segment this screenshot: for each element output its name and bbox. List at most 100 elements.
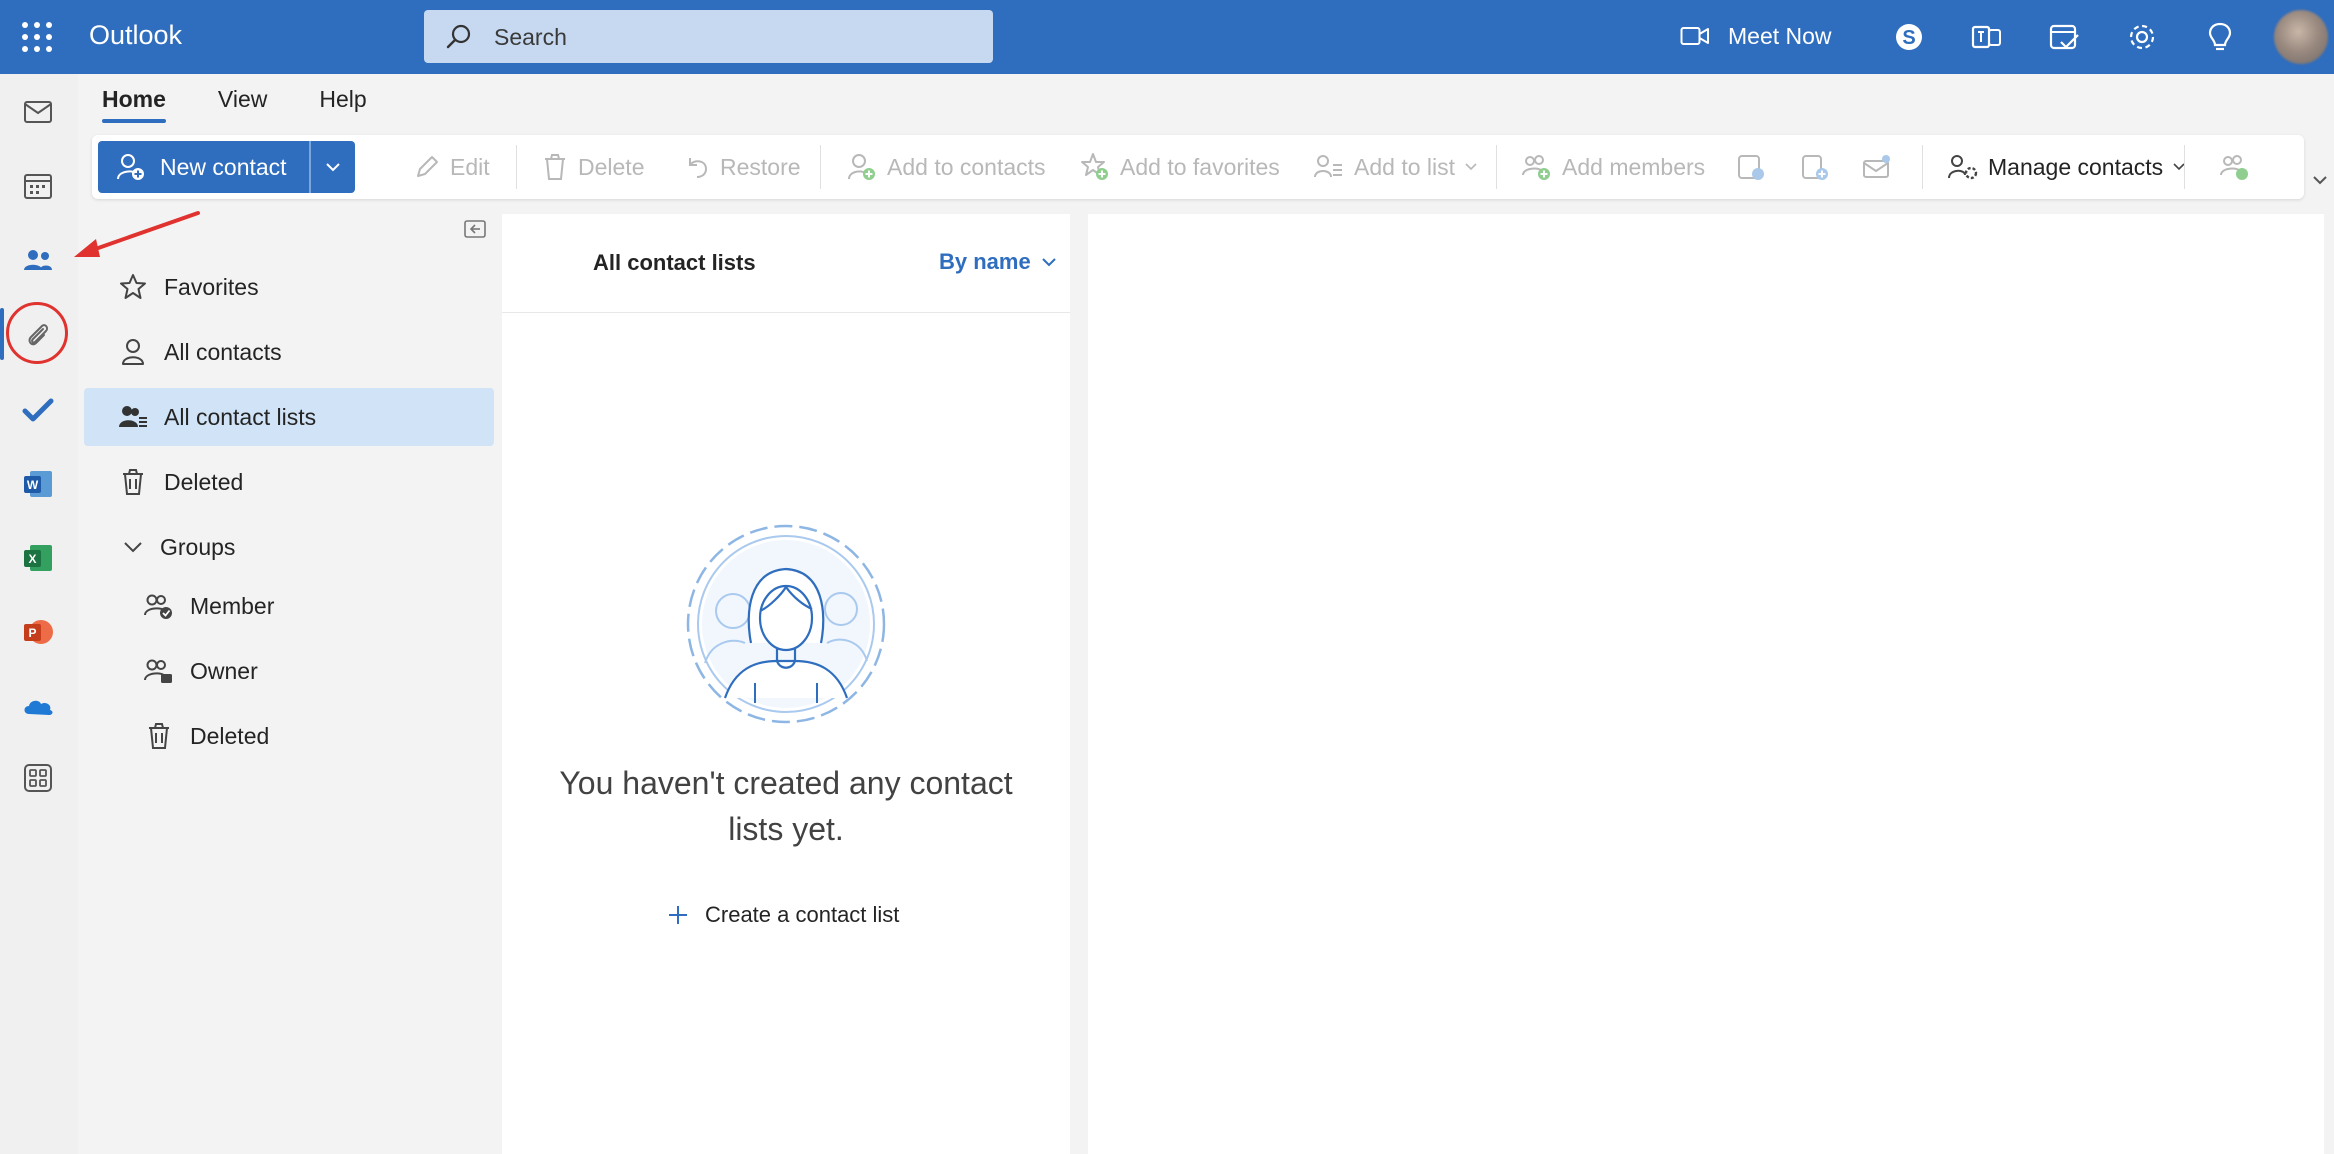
- app-title[interactable]: Outlook: [89, 20, 182, 51]
- mail-icon: [1862, 153, 1892, 181]
- video-camera-icon: [1680, 25, 1710, 47]
- top-bar: Outlook Search Meet Now S: [0, 0, 2334, 74]
- todo-icon[interactable]: [16, 388, 60, 432]
- people-list-icon: [118, 403, 148, 431]
- group-member-label: Member: [190, 592, 275, 619]
- meet-now-button[interactable]: Meet Now: [1680, 16, 1832, 56]
- folder-all-contact-lists-label: All contact lists: [164, 403, 317, 430]
- contact-sync-button[interactable]: [2220, 149, 2250, 185]
- meet-now-label: Meet Now: [1728, 22, 1832, 49]
- svg-text:W: W: [27, 478, 39, 492]
- word-icon[interactable]: W: [16, 462, 60, 506]
- group-deleted[interactable]: Deleted: [84, 707, 494, 765]
- undo-icon: [684, 154, 710, 180]
- list-title: All contact lists: [593, 250, 756, 275]
- search-placeholder: Search: [494, 24, 567, 50]
- new-contact-card-button[interactable]: [1800, 149, 1830, 185]
- ribbon-separator: [820, 145, 821, 189]
- files-icon[interactable]: [16, 314, 60, 358]
- add-to-favorites-label: Add to favorites: [1120, 153, 1280, 180]
- rail-active-indicator: [0, 308, 4, 360]
- manage-contacts-button[interactable]: Manage contacts: [1948, 149, 2185, 185]
- create-contact-list-label: Create a contact list: [705, 902, 900, 927]
- people-settings-icon: [1948, 153, 1978, 181]
- tab-help[interactable]: Help: [319, 86, 366, 123]
- powerpoint-icon[interactable]: P: [16, 610, 60, 654]
- groups-section-toggle[interactable]: Groups: [84, 518, 494, 576]
- more-apps-icon[interactable]: [16, 756, 60, 800]
- chevron-down-icon: [118, 541, 148, 553]
- folder-all-contact-lists[interactable]: All contact lists: [84, 388, 494, 446]
- tab-view[interactable]: View: [218, 86, 267, 123]
- user-avatar[interactable]: [2274, 10, 2328, 64]
- ribbon-separator: [1922, 145, 1923, 189]
- reading-pane: [1088, 214, 2324, 1154]
- restore-button[interactable]: Restore: [684, 149, 801, 185]
- share-contact-button[interactable]: [1736, 149, 1766, 185]
- edit-button[interactable]: Edit: [414, 149, 490, 185]
- restore-label: Restore: [720, 153, 801, 180]
- ribbon-separator: [516, 145, 517, 189]
- people-icon[interactable]: [16, 239, 60, 283]
- settings-gear-icon[interactable]: [2125, 20, 2159, 54]
- app-launcher-icon[interactable]: [18, 18, 56, 56]
- add-person-icon: [116, 152, 146, 182]
- folder-all-contacts[interactable]: All contacts: [84, 323, 494, 381]
- chevron-down-icon: [1465, 163, 1477, 171]
- person-icon: [118, 338, 148, 366]
- chevron-down-icon: [1041, 257, 1057, 267]
- svg-text:S: S: [1902, 27, 1915, 49]
- create-contact-list-button[interactable]: Create a contact list: [667, 902, 899, 928]
- group-owner-label: Owner: [190, 657, 258, 684]
- tab-home[interactable]: Home: [102, 86, 166, 123]
- group-deleted-label: Deleted: [190, 722, 270, 749]
- search-box[interactable]: Search: [424, 10, 993, 63]
- folder-favorites[interactable]: Favorites: [84, 258, 494, 316]
- groups-label: Groups: [160, 533, 236, 560]
- list-header: All contact lists By name: [502, 214, 1070, 313]
- edit-label: Edit: [450, 153, 490, 180]
- teams-icon[interactable]: [1970, 20, 2004, 54]
- group-add-icon: [2220, 152, 2250, 182]
- new-contact-dropdown[interactable]: [309, 141, 355, 193]
- folder-deleted-label: Deleted: [164, 468, 244, 495]
- empty-state-message: You haven't created any contact lists ye…: [559, 765, 1013, 847]
- plus-icon: [667, 904, 689, 926]
- add-to-favorites-button[interactable]: Add to favorites: [1080, 149, 1280, 185]
- folder-deleted[interactable]: Deleted: [84, 453, 494, 511]
- star-add-icon: [1080, 152, 1110, 182]
- svg-text:X: X: [28, 552, 36, 566]
- ribbon-toolbar: New contact Edit Delete Restore Add to c…: [92, 135, 2304, 199]
- mail-icon[interactable]: [16, 90, 60, 134]
- calendar-icon[interactable]: [16, 164, 60, 208]
- new-contact-label: New contact: [160, 153, 287, 180]
- onedrive-icon[interactable]: [16, 684, 60, 728]
- add-members-button[interactable]: Add members: [1522, 149, 1705, 185]
- contact-card-share-icon: [1736, 152, 1766, 182]
- contact-list-pane: All contact lists By name You haven't cr…: [502, 214, 1070, 1154]
- collapse-pane-icon[interactable]: [464, 220, 486, 238]
- people-check-icon: [144, 592, 174, 620]
- skype-icon[interactable]: S: [1892, 20, 1926, 54]
- folder-all-contacts-label: All contacts: [164, 338, 282, 365]
- excel-icon[interactable]: X: [16, 536, 60, 580]
- group-owner[interactable]: Owner: [84, 642, 494, 700]
- delete-button[interactable]: Delete: [542, 149, 644, 185]
- my-day-icon[interactable]: [2047, 20, 2081, 54]
- add-members-label: Add members: [1562, 153, 1706, 180]
- add-to-contacts-button[interactable]: Add to contacts: [847, 149, 1046, 185]
- pencil-icon: [414, 154, 440, 180]
- contact-card-add-icon: [1800, 152, 1830, 182]
- new-contact-button[interactable]: New contact: [98, 141, 310, 193]
- group-member[interactable]: Member: [84, 577, 494, 635]
- annotation-arrow: [70, 205, 204, 265]
- people-list-icon: [1314, 153, 1344, 181]
- lightbulb-icon[interactable]: [2203, 20, 2237, 54]
- add-to-list-button[interactable]: Add to list: [1314, 149, 1477, 185]
- delete-label: Delete: [578, 153, 645, 180]
- ribbon-separator: [2184, 145, 2185, 189]
- ribbon-expand-chevron-icon[interactable]: [2312, 175, 2328, 185]
- ribbon-tabs: Home View Help: [102, 86, 367, 123]
- sort-by-dropdown[interactable]: By name: [939, 249, 1057, 275]
- email-contact-button[interactable]: [1862, 149, 1892, 185]
